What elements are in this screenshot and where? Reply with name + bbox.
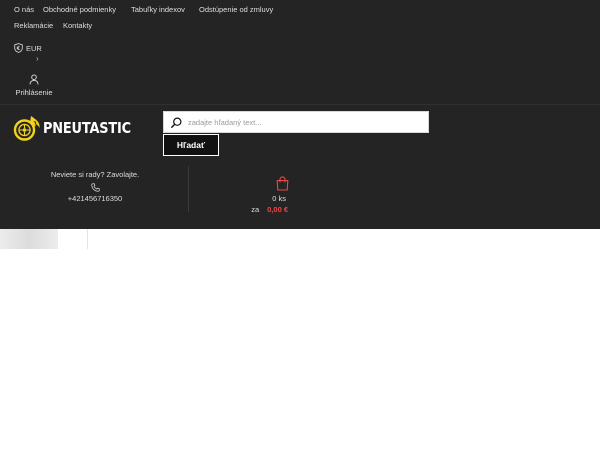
contact-phone[interactable]: +421456716350 <box>35 194 155 203</box>
chevron-right-icon[interactable]: › <box>36 54 39 63</box>
content-divider <box>87 229 88 249</box>
nav-link-index-tables[interactable]: Tabuľky indexov <box>131 5 185 14</box>
logo-text: PNEUTASTIC <box>43 119 131 137</box>
cart-total: za 0,00 € <box>251 205 288 214</box>
cart-item-count: 0 ks <box>272 194 286 203</box>
nav-link-complaints[interactable]: Reklamácie <box>14 21 53 30</box>
search-icon <box>171 116 182 128</box>
nav-link-about[interactable]: O nás <box>14 5 34 14</box>
login-link[interactable]: Prihlásenie <box>14 74 54 97</box>
phone-icon <box>90 183 100 192</box>
loading-placeholder <box>0 229 58 249</box>
currency-label: EUR <box>26 43 42 53</box>
currency-selector[interactable]: EUR <box>14 43 42 53</box>
header-vertical-separator <box>188 166 189 212</box>
page-content <box>0 229 600 450</box>
nav-link-withdrawal[interactable]: Odstúpenie od zmluvy <box>199 5 273 14</box>
shopping-bag-icon <box>276 176 289 191</box>
contact-info: Neviete si rady? Zavolajte. +42145671635… <box>35 170 155 203</box>
site-header: O nás Obchodné podmienky Tabuľky indexov… <box>0 0 600 229</box>
nav-link-terms[interactable]: Obchodné podmienky <box>43 5 116 14</box>
search-box <box>163 111 429 133</box>
search-button[interactable]: Hľadať <box>163 134 219 156</box>
search-input[interactable] <box>188 117 408 127</box>
nav-link-contacts[interactable]: Kontakty <box>63 21 92 30</box>
contact-prompt: Neviete si rady? Zavolajte. <box>50 170 140 179</box>
cart-total-prefix: za <box>251 205 260 214</box>
tire-flame-icon <box>13 116 40 141</box>
cart-total-price: 0,00 € <box>267 205 288 214</box>
user-icon <box>29 74 39 85</box>
login-label: Prihlásenie <box>15 88 53 97</box>
shield-euro-icon <box>14 43 23 53</box>
header-divider <box>0 104 600 105</box>
site-logo[interactable]: PNEUTASTIC <box>13 113 145 143</box>
